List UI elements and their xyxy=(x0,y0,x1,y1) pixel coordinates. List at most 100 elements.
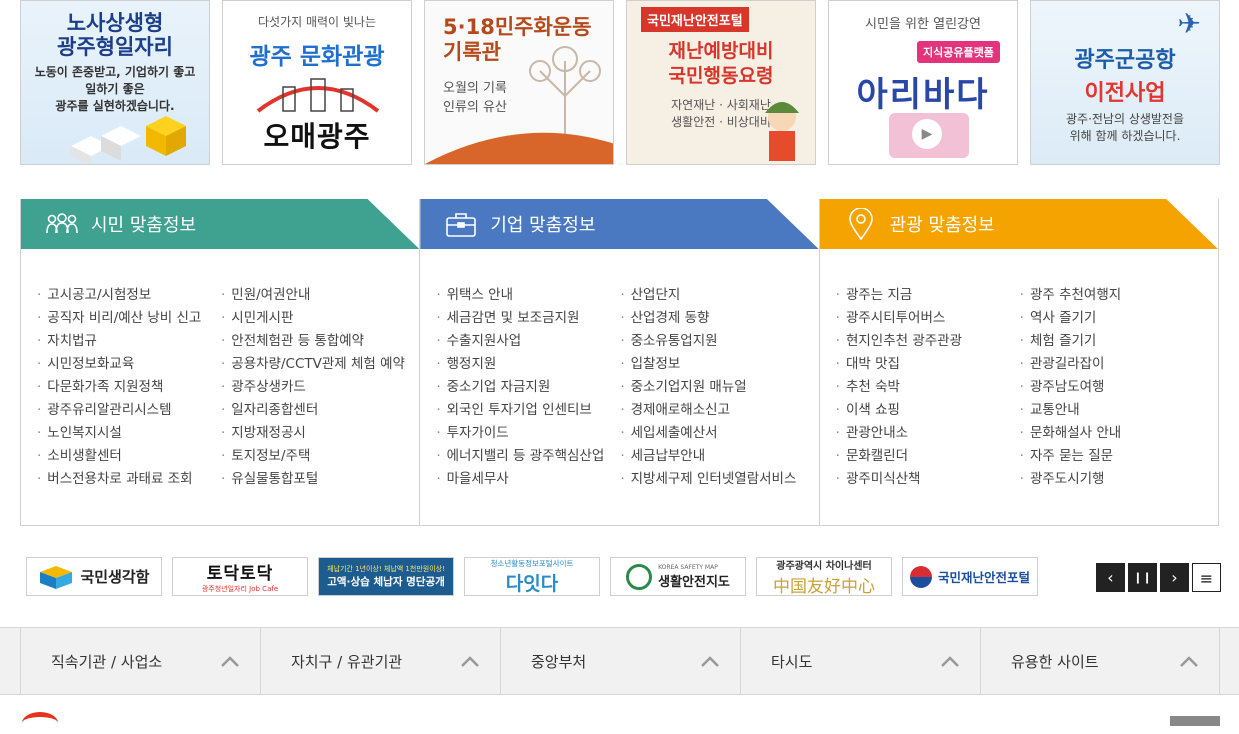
list-item[interactable]: 광주미식산책 xyxy=(836,468,1020,491)
footer-dropdown-central-govt[interactable]: 중앙부처 xyxy=(500,628,740,694)
puzzle-cubes-illustration xyxy=(71,116,186,164)
list-item[interactable]: 외국인 투자기업 인센티브 xyxy=(436,399,620,422)
list-item[interactable]: 토지정보/주택 xyxy=(221,445,405,468)
citizen-links-col1: 고시공고/시험정보 공직자 비리/예산 낭비 신고 자치법규 시민정보화교육 다… xyxy=(37,284,221,491)
list-item[interactable]: 대박 맛집 xyxy=(836,353,1020,376)
banner-row: 노사상생형 광주형일자리 노동이 존중받고, 기업하기 좋고 일하기 좋은 광주… xyxy=(20,0,1220,165)
list-item[interactable]: 자치법규 xyxy=(37,330,221,353)
list-item[interactable]: 투자가이드 xyxy=(436,422,620,445)
list-item[interactable]: 체험 즐기기 xyxy=(1020,330,1204,353)
list-item[interactable]: 시민게시판 xyxy=(221,307,405,330)
banner-aribada[interactable]: 시민을 위한 열린강연 지식공유플랫폼 아리바다 ▶ xyxy=(828,0,1018,165)
list-item[interactable]: 위택스 안내 xyxy=(436,284,620,307)
banner-text: 광주를 실현하겠습니다. xyxy=(55,99,175,113)
list-item[interactable]: 광주상생카드 xyxy=(221,376,405,399)
list-item[interactable]: 소비생활센터 xyxy=(37,445,221,468)
tourism-panel-header[interactable]: 관광 맞춤정보 xyxy=(819,199,1218,249)
list-item[interactable]: 노인복지시설 xyxy=(37,422,221,445)
list-item[interactable]: 안전체험관 등 통합예약 xyxy=(221,330,405,353)
city-skyline-illustration xyxy=(256,78,380,113)
banner-518-archives[interactable]: 5·18민주화운동 기록관 오월의 기록 인류의 유산 xyxy=(424,0,614,165)
list-item[interactable]: 세금감면 및 보조금지원 xyxy=(436,307,620,330)
list-item[interactable]: 시민정보화교육 xyxy=(37,353,221,376)
banner-airport-relocation[interactable]: ✈ 광주군공항 이전사업 광주·전남의 상생발전을 위해 함께 하겠습니다. xyxy=(1030,0,1220,165)
list-item[interactable]: 광주시티투어버스 xyxy=(836,307,1020,330)
next-arrow-icon[interactable]: › xyxy=(1160,563,1189,592)
footer-dropdown-districts[interactable]: 자치구 / 유관기관 xyxy=(260,628,500,694)
footer-dropdown-label: 유용한 사이트 xyxy=(1011,652,1099,671)
list-item[interactable]: 교통안내 xyxy=(1020,399,1204,422)
logo-youth-portal[interactable]: 청소년활동정보포털사이트 다잇다 xyxy=(464,557,600,596)
menu-icon[interactable]: ≡ xyxy=(1192,563,1221,592)
list-item[interactable]: 역사 즐기기 xyxy=(1020,307,1204,330)
logo-tax-delinquent[interactable]: 체납기간 1년이상! 체납액 1천만원이상! 고액·상습 체납자 명단공개 xyxy=(318,557,454,596)
list-item[interactable]: 세입세출예산서 xyxy=(620,422,804,445)
scroll-top-button[interactable] xyxy=(1170,716,1220,726)
city-logo-icon[interactable] xyxy=(22,712,58,734)
list-item[interactable]: 관광길라잡이 xyxy=(1020,353,1204,376)
panel-title: 기업 맞춤정보 xyxy=(490,215,596,236)
pause-icon[interactable]: ❙❙ xyxy=(1128,563,1157,592)
logo-disaster-portal[interactable]: 국민재난안전포털 xyxy=(902,557,1038,596)
list-item[interactable]: 산업단지 xyxy=(620,284,804,307)
list-item[interactable]: 중소기업 자금지원 xyxy=(436,376,620,399)
list-item[interactable]: 수출지원사업 xyxy=(436,330,620,353)
curve-decoration xyxy=(425,132,613,164)
list-item[interactable]: 경제애로해소신고 xyxy=(620,399,804,422)
footer-related-sites-bar: 직속기관 / 사업소 자치구 / 유관기관 중앙부처 타시도 유용한 사이트 xyxy=(0,627,1239,695)
list-item[interactable]: 문화해설사 안내 xyxy=(1020,422,1204,445)
logo-china-center[interactable]: 광주광역시 차이나센터 中国友好中心 xyxy=(756,557,892,596)
list-item[interactable]: 이색 쇼핑 xyxy=(836,399,1020,422)
list-item[interactable]: 지방재정공시 xyxy=(221,422,405,445)
list-item[interactable]: 자주 묻는 질문 xyxy=(1020,445,1204,468)
footer-dropdown-other-cities[interactable]: 타시도 xyxy=(740,628,980,694)
cube-logo-icon xyxy=(40,565,73,589)
banner-text: 일하기 좋은 xyxy=(85,82,145,96)
list-item[interactable]: 추천 숙박 xyxy=(836,376,1020,399)
logo-national-idea[interactable]: 국민생각함 xyxy=(26,557,162,596)
list-item[interactable]: 지방세구제 인터넷열람서비스 xyxy=(620,468,804,491)
business-panel-header[interactable]: 기업 맞춤정보 xyxy=(420,199,819,249)
banner-gwangju-jobs[interactable]: 노사상생형 광주형일자리 노동이 존중받고, 기업하기 좋고 일하기 좋은 광주… xyxy=(20,0,210,165)
list-item[interactable]: 세금납부안내 xyxy=(620,445,804,468)
footer-dropdown-affiliated[interactable]: 직속기관 / 사업소 xyxy=(20,628,260,694)
list-item[interactable]: 현지인추천 광주관광 xyxy=(836,330,1020,353)
list-item[interactable]: 광주는 지금 xyxy=(836,284,1020,307)
tourism-links-col2: 광주 추천여행지 역사 즐기기 체험 즐기기 관광길라잡이 광주남도여행 교통안… xyxy=(1020,284,1204,491)
footer-dropdown-useful-sites[interactable]: 유용한 사이트 xyxy=(980,628,1220,694)
citizen-panel-header[interactable]: 시민 맞춤정보 xyxy=(21,199,420,249)
custom-info-panels: 시민 맞춤정보 고시공고/시험정보 공직자 비리/예산 낭비 신고 자치법규 시… xyxy=(20,199,1219,526)
footer-dropdown-label: 타시도 xyxy=(771,652,813,671)
list-item[interactable]: 중소유통업지원 xyxy=(620,330,804,353)
list-item[interactable]: 민원/여권안내 xyxy=(221,284,405,307)
banner-culture-tourism[interactable]: 다섯가지 매력이 빛나는 광주 문화관광 오매광주 xyxy=(222,0,412,165)
list-item[interactable]: 광주유리알관리시스템 xyxy=(37,399,221,422)
list-item[interactable]: 유실물통합포털 xyxy=(221,468,405,491)
list-item[interactable]: 문화캘린더 xyxy=(836,445,1020,468)
list-item[interactable]: 마을세무사 xyxy=(436,468,620,491)
list-item[interactable]: 일자리종합센터 xyxy=(221,399,405,422)
list-item[interactable]: 고시공고/시험정보 xyxy=(37,284,221,307)
list-item[interactable]: 공직자 비리/예산 낭비 신고 xyxy=(37,307,221,330)
list-item[interactable]: 중소기업지원 매뉴얼 xyxy=(620,376,804,399)
prev-arrow-icon[interactable]: ‹ xyxy=(1096,563,1125,592)
play-icon[interactable]: ▶ xyxy=(912,119,942,149)
list-item[interactable]: 산업경제 동향 xyxy=(620,307,804,330)
banner-brand: 오매광주 xyxy=(263,120,371,153)
banner-tag: 국민재난안전포털 xyxy=(641,7,749,32)
banner-subtitle: 다섯가지 매력이 빛나는 xyxy=(257,15,377,29)
logo-safety-map[interactable]: KOREA SAFETY MAP 생활안전지도 xyxy=(610,557,746,596)
list-item[interactable]: 공용차량/CCTV관제 체험 예약 xyxy=(221,353,405,376)
list-item[interactable]: 행정지원 xyxy=(436,353,620,376)
logo-todak-jobcafe[interactable]: 토닥토닥 광주청년일자리 Job Cafe xyxy=(172,557,308,596)
banner-disaster-safety[interactable]: 국민재난안전포털 재난예방대비 국민행동요령 자연재난 · 사회재난 생활안전 · … xyxy=(626,0,816,165)
list-item[interactable]: 광주 추천여행지 xyxy=(1020,284,1204,307)
list-item[interactable]: 광주남도여행 xyxy=(1020,376,1204,399)
list-item[interactable]: 다문화가족 지원정책 xyxy=(37,376,221,399)
list-item[interactable]: 입찰정보 xyxy=(620,353,804,376)
banner-title: 광주군공항 xyxy=(1074,48,1176,73)
list-item[interactable]: 관광안내소 xyxy=(836,422,1020,445)
list-item[interactable]: 에너지밸리 등 광주핵심산업 xyxy=(436,445,620,468)
list-item[interactable]: 광주도시기행 xyxy=(1020,468,1204,491)
list-item[interactable]: 버스전용차로 과태료 조회 xyxy=(37,468,221,491)
